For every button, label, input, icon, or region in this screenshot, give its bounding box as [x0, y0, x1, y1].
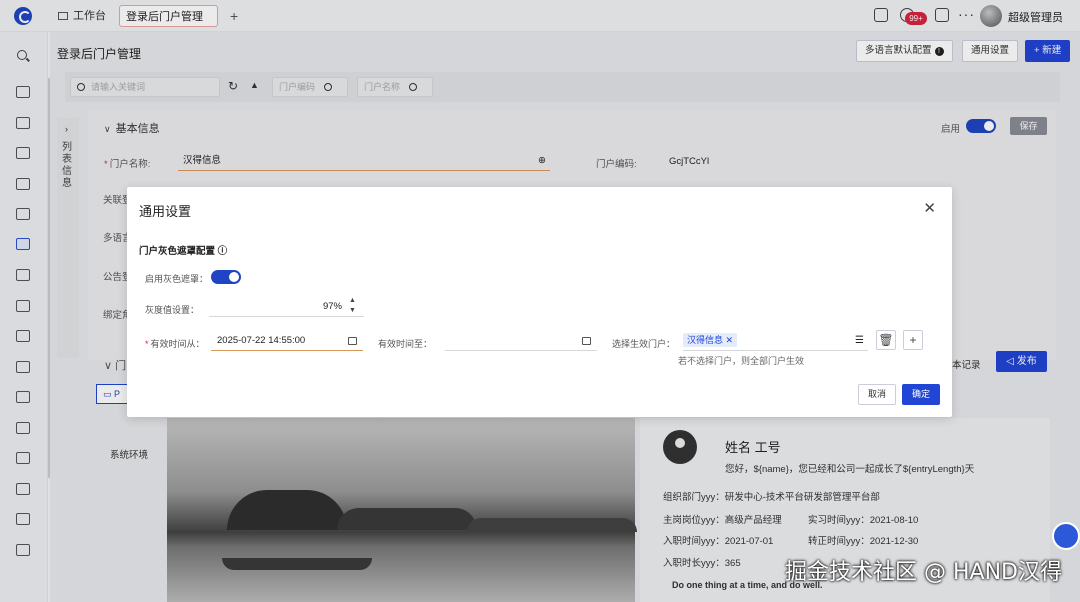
- delete-row-button[interactable]: 🗑: [876, 330, 896, 350]
- watermark: 掘金技术社区 @ HAND汉得: [785, 560, 1062, 585]
- general-settings-dialog: 通用设置 ✕ 门户灰色遮罩配置 ⓘ 启用灰色遮罩： 灰度值设置： 97% ▲ ▼ …: [127, 187, 952, 417]
- calendar-icon[interactable]: [582, 337, 591, 345]
- portal-tag-label: 汉得信息: [687, 335, 724, 345]
- gray-mask-label: 启用灰色遮罩：: [145, 274, 209, 284]
- valid-to-input[interactable]: [445, 331, 597, 351]
- valid-from-label-text: 有效时间从：: [150, 339, 205, 349]
- valid-from-label: * 有效时间从：: [145, 339, 205, 349]
- dialog-title: 通用设置: [139, 204, 192, 219]
- portal-hint: 若不选择门户，则全部门户生效: [678, 356, 805, 366]
- help-float-button[interactable]: [1052, 522, 1080, 550]
- gray-value: 97%: [322, 301, 342, 312]
- valid-from-input[interactable]: 2025-07-22 14:55:00: [211, 331, 363, 351]
- gray-value-input[interactable]: 97%: [209, 297, 364, 317]
- add-row-button[interactable]: +: [903, 330, 923, 350]
- valid-from-value: 2025-07-22 14:55:00: [217, 335, 306, 346]
- cancel-button[interactable]: 取消: [858, 384, 897, 405]
- gray-value-label: 灰度值设置：: [145, 305, 200, 315]
- close-icon[interactable]: ✕: [923, 199, 936, 217]
- gray-mask-toggle[interactable]: [211, 270, 241, 284]
- tag-close-icon[interactable]: ✕: [726, 335, 734, 345]
- portal-select-input[interactable]: 汉得信息 ✕ ☰: [683, 331, 868, 351]
- valid-to-label: 有效时间至：: [378, 339, 433, 349]
- calendar-icon[interactable]: [348, 337, 357, 345]
- portal-select-label: 选择生效门户：: [612, 339, 676, 349]
- portal-tag: 汉得信息 ✕: [683, 333, 738, 347]
- stepper-arrows-icon[interactable]: ▲ ▼: [349, 296, 356, 316]
- select-list-icon[interactable]: ☰: [855, 331, 864, 351]
- confirm-button[interactable]: 确定: [902, 384, 941, 405]
- gray-mask-section-title: 门户灰色遮罩配置 ⓘ: [139, 243, 227, 257]
- gray-mask-section-label: 门户灰色遮罩配置: [139, 246, 216, 257]
- info-icon[interactable]: ⓘ: [218, 246, 228, 257]
